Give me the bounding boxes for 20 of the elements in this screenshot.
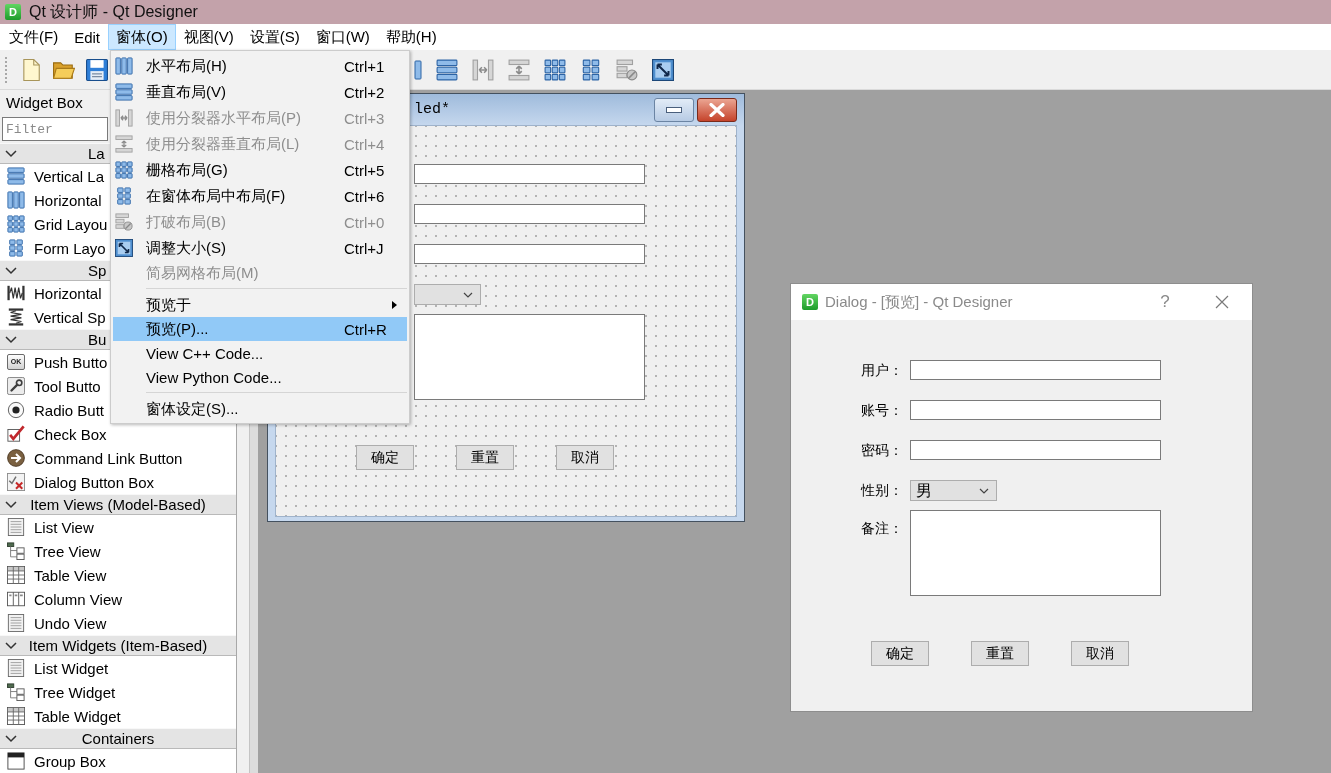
field-label: 备注： [861, 519, 903, 538]
window-title: led* [414, 101, 450, 118]
window-title: Qt 设计师 - Qt Designer [29, 1, 198, 22]
field-label: 性别： [861, 481, 903, 500]
shortcut-text: Ctrl+2 [344, 83, 386, 101]
shortcut-text: Ctrl+5 [344, 161, 386, 179]
app-logo: D [802, 294, 818, 310]
shortcut-text: Ctrl+J [344, 239, 385, 257]
shortcut-text: Ctrl+3 [344, 109, 386, 127]
shortcut-text: Ctrl+4 [344, 135, 386, 153]
field-label: 密码： [861, 441, 903, 460]
shortcut-text: Ctrl+0 [344, 213, 386, 231]
field-label: 用户： [861, 361, 903, 380]
shortcut-text: Ctrl+6 [344, 187, 386, 205]
app-logo: D [5, 4, 21, 20]
window-title: Dialog - [预览] - Qt Designer [825, 292, 1013, 312]
field-label: 账号： [861, 401, 903, 420]
shortcut-text: Ctrl+R [344, 320, 388, 338]
panel-title: Widget Box [6, 94, 83, 111]
shortcut-text: Ctrl+1 [344, 57, 386, 75]
